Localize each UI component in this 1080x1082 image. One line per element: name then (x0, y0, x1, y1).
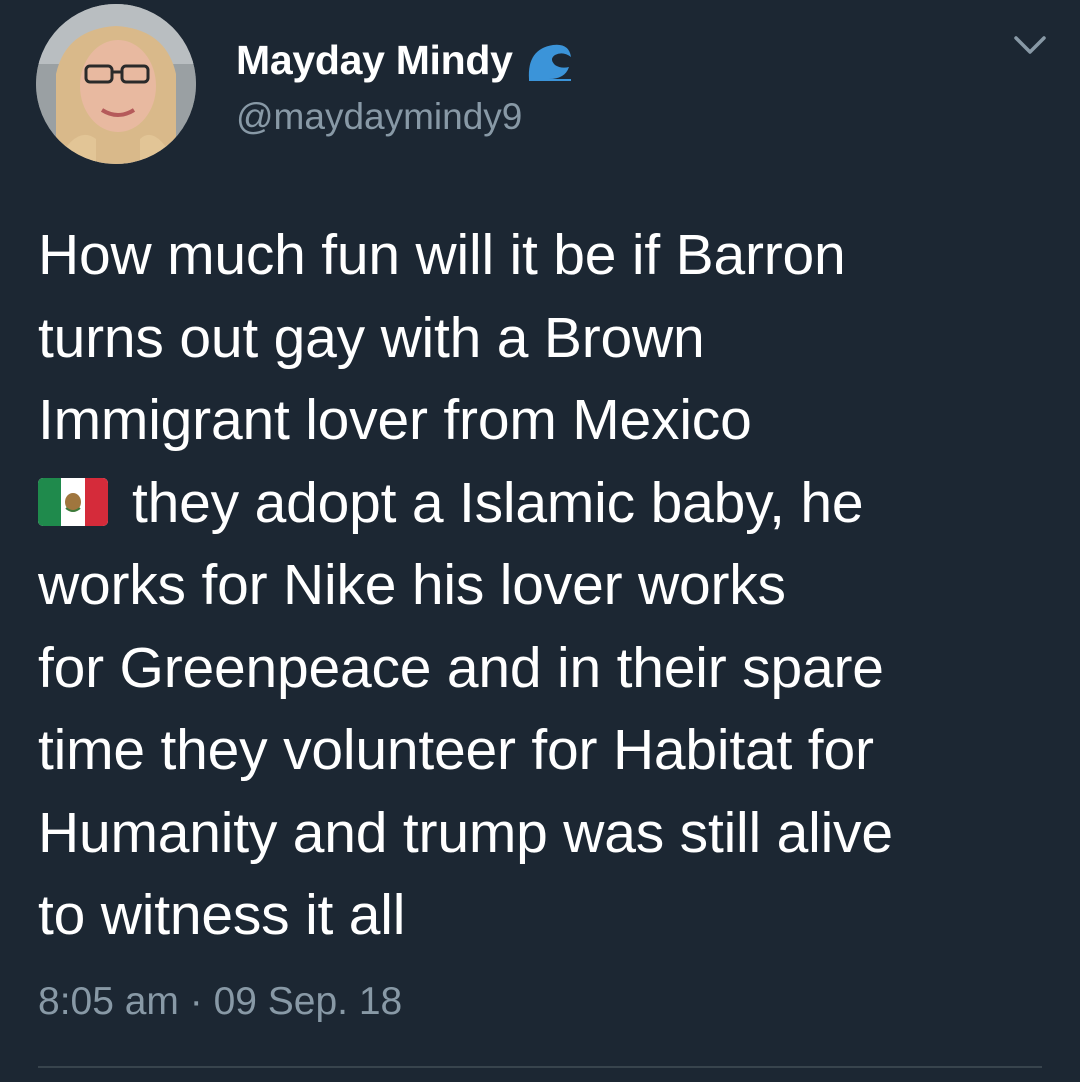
divider (38, 1066, 1042, 1068)
user-handle[interactable]: @maydaymindy9 (236, 96, 522, 138)
tweet-text-line: turns out gay with a Brown (38, 305, 705, 370)
avatar-image (36, 4, 196, 164)
chevron-down-icon[interactable] (1012, 30, 1048, 60)
tweet-text-line: Immigrant lover from Mexico (38, 388, 752, 452)
tweet-text-line-with-flag: they adopt a Islamic baby, he (38, 462, 1058, 545)
tweet-text-line: for Greenpeace and in their spare (38, 635, 884, 700)
tweet-text: How much fun will it be if Barron turns … (38, 214, 1058, 957)
tweet-text-line: time they volunteer for Habitat for (38, 718, 874, 782)
tweet-text-line: How much fun will it be if Barron (38, 223, 846, 287)
wave-icon (525, 39, 575, 81)
mexico-flag-icon (38, 466, 108, 526)
tweet-timestamp[interactable]: 8:05 am · 09 Sep. 18 (38, 980, 402, 1024)
avatar[interactable] (36, 4, 196, 164)
tweet-text-line: works for Nike his lover works (38, 553, 786, 617)
display-name-row[interactable]: Mayday Mindy (236, 32, 575, 88)
tweet-text-line: to witness it all (38, 883, 406, 947)
tweet-text-line: Humanity and trump was still alive (38, 800, 893, 865)
tweet-text-line-content: they adopt a Islamic baby, he (132, 470, 864, 535)
tweet: Mayday Mindy @maydaymindy9 How much fun … (0, 0, 1080, 1082)
display-name[interactable]: Mayday Mindy (236, 37, 513, 84)
